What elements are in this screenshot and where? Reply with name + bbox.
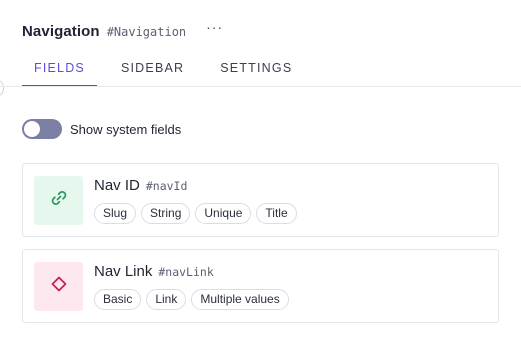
- tab-sidebar[interactable]: SIDEBAR: [109, 55, 196, 87]
- tab-fields[interactable]: FIELDS: [22, 55, 97, 87]
- page-title: Navigation: [22, 22, 100, 40]
- field-badge: Slug: [94, 203, 137, 224]
- model-api-id: #Navigation: [106, 25, 187, 39]
- panel-edge-handle: [0, 80, 4, 96]
- field-badge: Basic: [94, 289, 142, 310]
- diamond-icon: [49, 274, 69, 299]
- field-badges: Slug String Unique Title: [94, 203, 302, 224]
- field-name: Nav ID: [94, 177, 140, 194]
- show-system-fields-toggle[interactable]: [22, 119, 62, 139]
- field-card[interactable]: Nav Link #navLink Basic Link Multiple va…: [22, 249, 499, 323]
- field-icon-box: [34, 262, 83, 311]
- toggle-label: Show system fields: [70, 121, 182, 137]
- field-title: Nav ID #navId: [94, 177, 187, 194]
- field-badge: Link: [146, 289, 187, 310]
- field-api-id: #navId: [145, 179, 188, 193]
- tab-bar: FIELDS SIDEBAR SETTINGS: [22, 55, 521, 87]
- field-badge: Unique: [195, 203, 252, 224]
- field-title: Nav Link #navLink: [94, 263, 214, 280]
- link-icon: [49, 188, 69, 213]
- field-badge: Title: [256, 203, 297, 224]
- field-name: Nav Link: [94, 263, 153, 280]
- tab-settings[interactable]: SETTINGS: [208, 55, 304, 87]
- model-header: Navigation #Navigation ···: [22, 19, 223, 42]
- field-badge: Multiple values: [191, 289, 289, 310]
- system-fields-toggle-row: Show system fields: [22, 119, 181, 139]
- field-icon-box: [34, 176, 83, 225]
- more-options-icon[interactable]: ···: [206, 19, 223, 35]
- field-badge: String: [141, 203, 191, 224]
- toggle-knob: [24, 121, 40, 137]
- field-card[interactable]: Nav ID #navId Slug String Unique Title: [22, 163, 499, 237]
- field-badges: Basic Link Multiple values: [94, 289, 294, 310]
- tab-divider: [0, 86, 521, 87]
- field-api-id: #navLink: [158, 265, 214, 279]
